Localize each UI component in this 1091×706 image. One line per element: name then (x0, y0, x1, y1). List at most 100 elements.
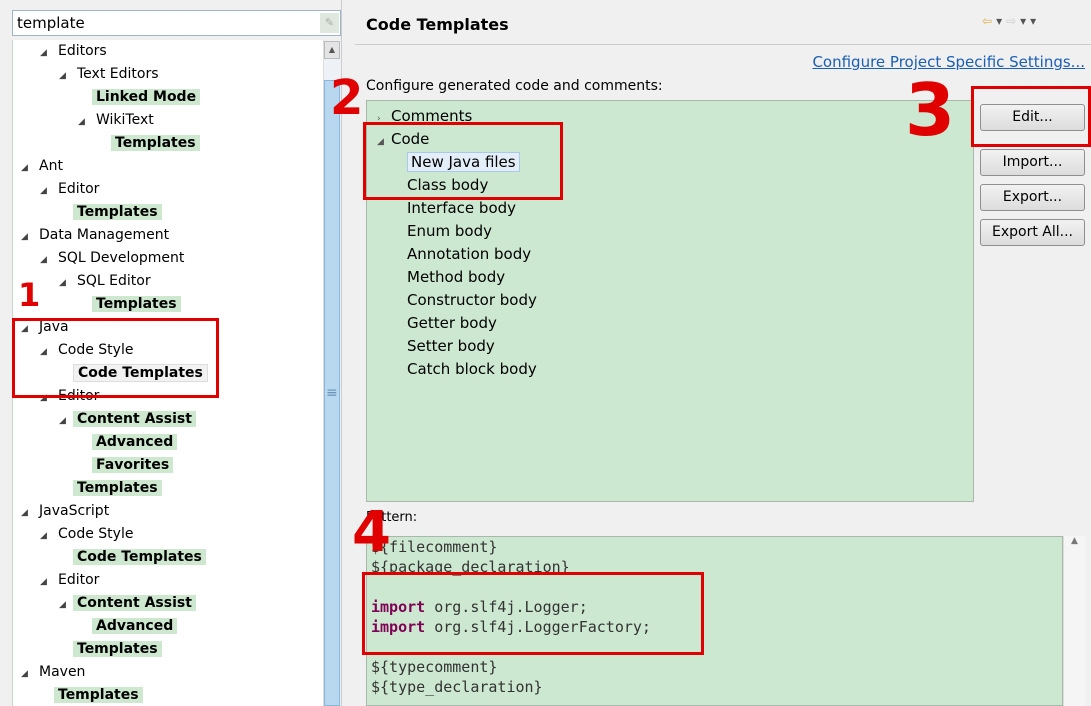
tree-item[interactable]: ◢ SQL Development (40, 247, 188, 269)
tree-item-label: Text Editors (77, 66, 159, 82)
tree-item[interactable]: ◢ Editors (40, 40, 111, 62)
tree-item-label: Editor (58, 572, 100, 588)
tree-item[interactable]: ◢ Editor (40, 178, 103, 200)
annotation-box-4 (362, 572, 704, 655)
expand-arrow-icon[interactable]: ◢ (21, 157, 35, 179)
divider (355, 44, 1091, 45)
tree-item-label: Linked Mode (92, 89, 201, 105)
tree-item-label: JavaScript (39, 503, 110, 519)
back-arrow-icon[interactable]: ⇦ (982, 14, 996, 28)
tree-item-label: Maven (39, 664, 86, 680)
code-line: ${typecomment} (371, 657, 1058, 677)
tree-item-label: Templates (73, 641, 162, 657)
tree-item-label: Content Assist (73, 411, 196, 427)
tree-item-label: SQL Development (58, 250, 185, 266)
tree-item-label: Templates (111, 135, 200, 151)
expand-arrow-icon[interactable]: ◢ (21, 226, 35, 248)
template-item[interactable]: Getter body (407, 312, 497, 334)
expand-arrow-icon[interactable]: ◢ (78, 111, 92, 133)
template-item[interactable]: Constructor body (407, 289, 537, 311)
tree-item-label: Content Assist (73, 595, 196, 611)
expand-arrow-icon[interactable]: ◢ (21, 663, 35, 685)
tree-item[interactable]: ◢ Code Style (40, 523, 137, 545)
template-item[interactable]: Annotation body (407, 243, 531, 265)
tree-item[interactable]: Templates (59, 638, 162, 660)
export-all-button[interactable]: Export All... (980, 219, 1085, 246)
template-item-label: Catch block body (407, 360, 537, 378)
history-nav[interactable]: ⇦▾⇨▾▾ (982, 14, 1040, 28)
expand-arrow-icon[interactable]: ◢ (21, 502, 35, 524)
tree-item[interactable]: ◢ Editor (40, 569, 103, 591)
tree-item[interactable]: Templates (59, 201, 162, 223)
tree-item[interactable]: ◢ Maven (21, 661, 89, 683)
export-button[interactable]: Export... (980, 184, 1085, 211)
tree-item[interactable]: Favorites (78, 454, 174, 476)
tree-item-label: Templates (54, 687, 143, 703)
tree-item-label: Templates (92, 296, 181, 312)
template-item[interactable]: Setter body (407, 335, 495, 357)
tree-item-label: Favorites (92, 457, 174, 473)
pattern-scrollbar[interactable]: ▲ (1063, 536, 1085, 706)
template-item[interactable]: Interface body (407, 197, 516, 219)
annotation-2: 2 (330, 70, 364, 126)
tree-item[interactable]: Templates (40, 684, 143, 706)
tree-item-label: Templates (73, 480, 162, 496)
code-line: ${filecomment} (371, 537, 1058, 557)
tree-item[interactable]: ◢ JavaScript (21, 500, 113, 522)
tree-item[interactable]: ◢ SQL Editor (59, 270, 155, 292)
expand-arrow-icon[interactable]: ◢ (59, 410, 73, 432)
expand-arrow-icon[interactable]: ◢ (40, 180, 54, 202)
import-button[interactable]: Import... (980, 149, 1085, 176)
template-item-label: Method body (407, 268, 506, 286)
tree-item[interactable]: Advanced (78, 615, 178, 637)
tree-item[interactable]: Templates (78, 293, 181, 315)
tree-item-label: Templates (73, 204, 162, 220)
template-item-label: Constructor body (407, 291, 537, 309)
tree-item[interactable]: ◢ Ant (21, 155, 67, 177)
forward-arrow-icon[interactable]: ⇨ (1006, 14, 1020, 28)
annotation-4: 4 (352, 500, 391, 565)
tree-item[interactable]: Code Templates (59, 546, 206, 568)
tree-item-label: Ant (39, 158, 63, 174)
tree-item[interactable]: Advanced (78, 431, 178, 453)
tree-item-label: WikiText (96, 112, 154, 128)
code-line: ${type_declaration} (371, 677, 1058, 697)
page-title: Code Templates (366, 15, 509, 34)
tree-item-label: Code Templates (73, 549, 206, 565)
clear-filter-icon[interactable]: ✎ (320, 13, 339, 33)
tree-item-label: Advanced (92, 618, 178, 634)
tree-item[interactable]: Linked Mode (78, 86, 201, 108)
template-item[interactable]: Method body (407, 266, 505, 288)
template-item-label: Annotation body (407, 245, 532, 263)
tree-item-label: Data Management (39, 227, 170, 243)
splitter-grip-icon[interactable]: ≡ (326, 385, 338, 401)
expand-arrow-icon[interactable]: ◢ (59, 594, 73, 616)
annotation-1: 1 (18, 276, 41, 314)
expand-arrow-icon[interactable]: ◢ (40, 571, 54, 593)
scroll-up-icon[interactable]: ▲ (1064, 536, 1085, 546)
template-item-label: Setter body (407, 337, 495, 355)
expand-arrow-icon[interactable]: ◢ (40, 42, 54, 64)
expand-arrow-icon[interactable]: ◢ (40, 249, 54, 271)
template-item[interactable]: Catch block body (407, 358, 537, 380)
tree-item[interactable]: ◢ WikiText (78, 109, 158, 131)
tree-item-label: Editor (58, 181, 100, 197)
annotation-box-1 (12, 318, 219, 398)
filter-input[interactable] (12, 10, 341, 36)
tree-item[interactable]: ◢ Text Editors (59, 63, 163, 85)
tree-item[interactable]: Templates (97, 132, 200, 154)
annotation-box-2 (363, 122, 563, 200)
tree-item[interactable]: Templates (59, 477, 162, 499)
tree-item[interactable]: ◢ Data Management (21, 224, 173, 246)
tree-item-label: Advanced (92, 434, 178, 450)
expand-arrow-icon[interactable]: ◢ (59, 272, 73, 294)
code-text: ${type_declaration} (371, 678, 543, 696)
tree-item[interactable]: ◢ Content Assist (59, 592, 196, 614)
tree-item[interactable]: ◢ Content Assist (59, 408, 196, 430)
scroll-up-icon[interactable]: ▲ (324, 41, 340, 59)
expand-arrow-icon[interactable]: ◢ (40, 525, 54, 547)
template-item[interactable]: Enum body (407, 220, 492, 242)
annotation-box-3 (971, 86, 1091, 147)
expand-arrow-icon[interactable]: ◢ (59, 65, 73, 87)
tree-item-label: SQL Editor (77, 273, 151, 289)
